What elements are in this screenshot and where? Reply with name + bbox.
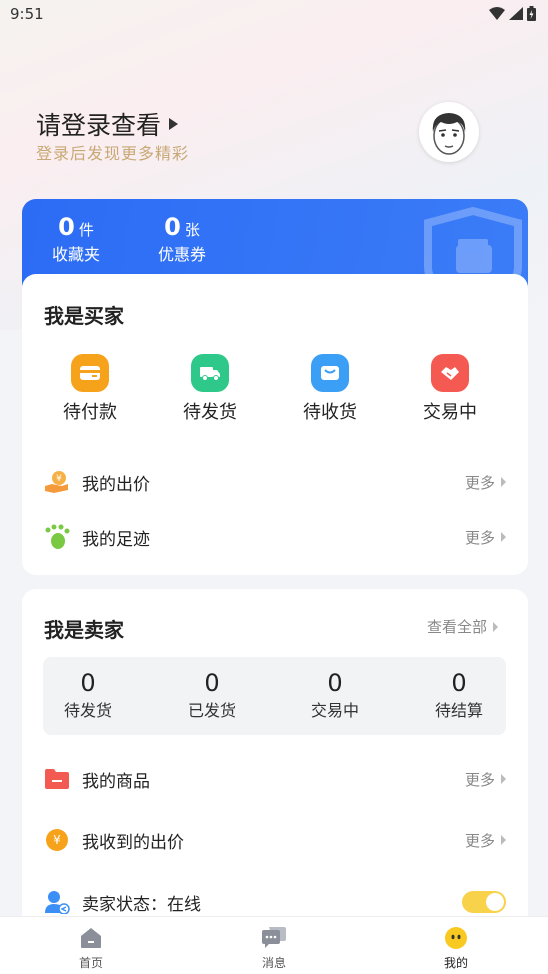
bottom-tab-bar: 首页 消息 我的 <box>0 916 548 974</box>
tab-label: 我的 <box>443 956 468 970</box>
wifi-icon <box>489 7 505 20</box>
more-label: 更多 <box>464 831 495 850</box>
footprint-icon <box>44 524 70 550</box>
row-label: 卖家状态：在线 <box>82 894 201 915</box>
more-label: 更多 <box>464 770 495 789</box>
order-pending-payment[interactable]: 待付款 <box>40 354 140 424</box>
message-icon <box>261 925 287 951</box>
order-in-trade[interactable]: 交易中 <box>400 354 500 424</box>
login-subtitle: 登录后发现更多精彩 <box>36 144 190 163</box>
stat-label: 交易中 <box>310 701 359 720</box>
bid-hand-icon: ¥ <box>44 469 70 495</box>
toggle-knob <box>486 893 504 911</box>
favorites-stat[interactable]: 0件 收藏夹 <box>52 213 100 265</box>
tab-home[interactable]: 首页 <box>51 925 131 971</box>
buyer-card: 我是买家 待付款 待发货 待收货 交易中 ¥ 我的出价 更多 我的足迹 更多 <box>22 274 528 575</box>
seller-stat-in-trade[interactable]: 0 交易中 <box>290 669 380 721</box>
order-label: 交易中 <box>423 402 477 423</box>
chevron-right-icon <box>501 835 506 845</box>
login-prompt[interactable]: 请登录查看 <box>36 106 179 142</box>
chevron-right-icon <box>501 774 506 784</box>
signal-icon <box>509 7 523 20</box>
order-label: 待付款 <box>63 402 117 423</box>
stat-value: 0 <box>80 669 96 697</box>
more-link[interactable]: 更多 <box>465 769 506 790</box>
login-title: 请登录查看 <box>36 111 162 140</box>
seller-stats-panel: 0 待发货 0 已发货 0 交易中 0 待结算 <box>43 657 506 735</box>
stat-label: 待结算 <box>434 701 483 720</box>
user-status-icon <box>44 889 70 915</box>
row-label: 我的商品 <box>82 771 150 792</box>
chevron-right-icon <box>501 477 506 487</box>
battery-icon <box>527 6 536 21</box>
tab-label: 首页 <box>78 956 103 970</box>
favorites-label: 收藏夹 <box>52 245 101 264</box>
more-link[interactable]: 更多 <box>465 472 506 493</box>
row-label: 我收到的出价 <box>82 832 184 853</box>
seller-stat-pending-settlement[interactable]: 0 待结算 <box>414 669 504 721</box>
stat-label: 已发货 <box>187 701 236 720</box>
row-label: 我的足迹 <box>82 529 150 550</box>
order-label: 待发货 <box>183 402 237 423</box>
more-label: 更多 <box>464 473 495 492</box>
status-bar: 9:51 <box>0 0 548 30</box>
coupons-stat[interactable]: 0张 优惠券 <box>158 213 206 265</box>
tab-label: 消息 <box>261 956 286 970</box>
wallet-icon <box>71 354 109 392</box>
svg-text:¥: ¥ <box>53 833 61 847</box>
truck-icon <box>191 354 229 392</box>
my-footprints-row[interactable]: 我的足迹 更多 <box>44 522 506 552</box>
chevron-right-icon <box>493 621 498 632</box>
box-icon <box>311 354 349 392</box>
seller-card: 我是卖家 查看全部 0 待发货 0 已发货 0 交易中 0 待结算 我的商品 更… <box>22 589 528 929</box>
more-link[interactable]: 更多 <box>465 830 506 851</box>
status-time: 9:51 <box>10 5 44 23</box>
coupons-count: 0 <box>164 213 181 241</box>
seller-status-row: 卖家状态：在线 <box>44 887 506 917</box>
home-icon <box>78 925 104 951</box>
tab-messages[interactable]: 消息 <box>234 925 314 971</box>
seller-stat-pending-shipment[interactable]: 0 待发货 <box>43 669 133 721</box>
handshake-icon <box>431 354 469 392</box>
coupons-unit: 张 <box>184 221 200 239</box>
view-all-label: 查看全部 <box>426 618 487 636</box>
seller-title: 我是卖家 <box>44 618 124 642</box>
svg-text:¥: ¥ <box>56 474 62 484</box>
tab-mine[interactable]: 我的 <box>416 925 496 971</box>
profile-face-icon <box>443 925 469 951</box>
stat-label: 待发货 <box>63 701 112 720</box>
more-label: 更多 <box>464 528 495 547</box>
online-status-toggle[interactable] <box>462 891 506 913</box>
order-label: 待收货 <box>303 402 357 423</box>
order-pending-receipt[interactable]: 待收货 <box>280 354 380 424</box>
stat-value: 0 <box>451 669 467 697</box>
coupons-label: 优惠券 <box>158 245 207 264</box>
folder-icon <box>44 766 70 792</box>
my-products-row[interactable]: 我的商品 更多 <box>44 764 506 794</box>
stat-value: 0 <box>327 669 343 697</box>
favorites-count: 0 <box>58 213 75 241</box>
arrow-right-icon <box>169 118 179 130</box>
order-pending-shipment[interactable]: 待发货 <box>160 354 260 424</box>
status-icons <box>489 6 536 21</box>
avatar[interactable] <box>419 102 479 162</box>
received-bids-row[interactable]: ¥ 我收到的出价 更多 <box>44 825 506 855</box>
view-all-link[interactable]: 查看全部 <box>427 616 498 637</box>
more-link[interactable]: 更多 <box>465 527 506 548</box>
my-bids-row[interactable]: ¥ 我的出价 更多 <box>44 467 506 497</box>
row-label: 我的出价 <box>82 474 150 495</box>
stat-value: 0 <box>204 669 220 697</box>
seller-stat-shipped[interactable]: 0 已发货 <box>167 669 257 721</box>
buyer-title: 我是买家 <box>44 304 124 328</box>
yen-coin-icon: ¥ <box>44 827 70 853</box>
avatar-face-icon <box>432 113 466 155</box>
chevron-right-icon <box>501 532 506 542</box>
favorites-unit: 件 <box>78 221 94 239</box>
